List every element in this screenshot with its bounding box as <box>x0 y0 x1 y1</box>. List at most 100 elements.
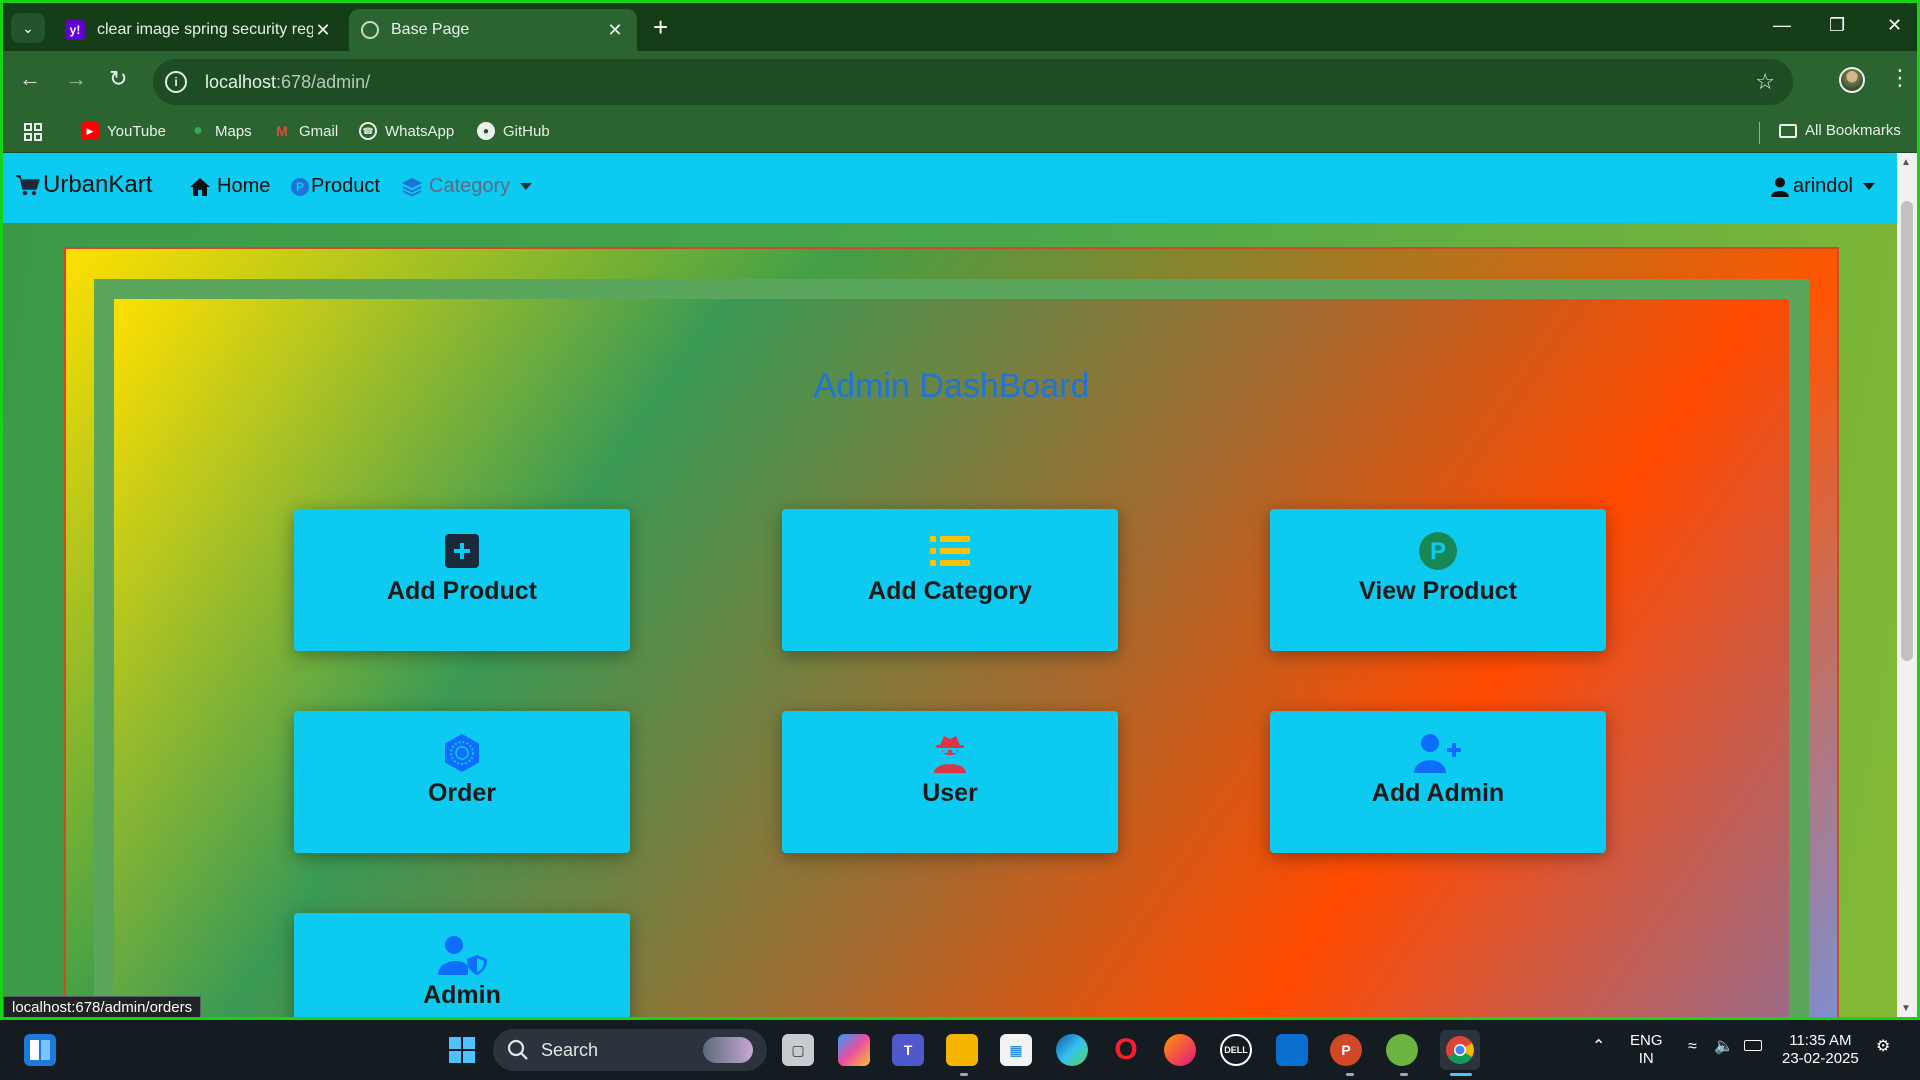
bookmark-label: GitHub <box>503 122 550 140</box>
user-secret-icon <box>930 733 970 773</box>
tab-yahoo[interactable]: y! clear image spring security regi ✕ <box>53 9 345 51</box>
spring-tools-icon[interactable] <box>1386 1034 1418 1066</box>
close-tab-icon[interactable]: ✕ <box>605 20 625 41</box>
edge-icon[interactable] <box>1056 1034 1088 1066</box>
task-view-icon[interactable]: ▢ <box>782 1034 814 1066</box>
teams-icon[interactable]: T <box>892 1034 924 1066</box>
running-indicator <box>1346 1073 1354 1076</box>
site-info-icon[interactable]: i <box>165 71 187 93</box>
powerpoint-icon[interactable]: P <box>1330 1034 1362 1066</box>
tab-search-button[interactable]: ⌄ <box>11 13 45 43</box>
chrome-icon[interactable] <box>1440 1030 1480 1070</box>
card-order[interactable]: Order <box>294 711 630 853</box>
all-bookmarks-label: All Bookmarks <box>1805 122 1901 139</box>
volume-icon[interactable]: 🔈 <box>1714 1038 1734 1056</box>
bookmark-gmail[interactable]: M Gmail <box>273 122 338 140</box>
page-scrollbar[interactable]: ▲ ▼ <box>1897 153 1917 1017</box>
url-text[interactable]: localhost:678/admin/ <box>205 72 370 93</box>
wifi-icon[interactable]: ≈ <box>1688 1038 1697 1056</box>
address-bar[interactable]: i localhost:678/admin/ ☆ <box>153 59 1793 105</box>
show-hidden-icons[interactable]: ⌃ <box>1592 1038 1605 1056</box>
close-window-button[interactable]: ✕ <box>1887 15 1902 36</box>
language-code: ENG <box>1630 1032 1663 1049</box>
taskbar-search[interactable]: Search <box>493 1029 767 1071</box>
card-admin[interactable]: Admin <box>294 913 630 1017</box>
card-label: Add Admin <box>1371 779 1505 807</box>
forward-icon[interactable]: → <box>65 67 87 91</box>
home-icon <box>190 177 210 196</box>
start-windows-icon[interactable] <box>446 1034 478 1066</box>
profile-avatar[interactable] <box>1839 67 1865 93</box>
user-menu-dropdown[interactable]: arindol <box>1770 175 1875 198</box>
youtube-icon: ▶ <box>81 122 99 140</box>
notification-bell-icon[interactable]: ⚙ <box>1876 1038 1890 1056</box>
active-indicator <box>1450 1073 1472 1076</box>
scrollbar-thumb[interactable] <box>1901 201 1913 661</box>
apps-grid-icon[interactable] <box>23 122 43 142</box>
app-window-icon[interactable] <box>1276 1034 1308 1066</box>
gmail-icon: M <box>276 123 288 139</box>
bookmark-github[interactable]: ● GitHub <box>477 122 550 140</box>
nav-product-label: Product <box>311 175 380 197</box>
card-view-product[interactable]: P View Product <box>1270 509 1606 651</box>
url-host: localhost <box>205 71 277 92</box>
card-label: Add Product <box>387 577 537 605</box>
reload-icon[interactable]: ↻ <box>109 67 127 91</box>
back-icon[interactable]: ← <box>19 67 41 91</box>
svg-text:P: P <box>1430 538 1446 565</box>
chevron-down-icon <box>520 183 533 190</box>
browser-toolbar: ← → ↻ i localhost:678/admin/ ☆ ⋮ <box>3 51 1917 113</box>
minimize-button[interactable]: — <box>1773 15 1791 36</box>
nav-product[interactable]: P Product <box>291 175 380 198</box>
bookmark-maps[interactable]: ● Maps <box>189 122 252 140</box>
yahoo-icon: y! <box>65 20 85 40</box>
bookmarks-divider <box>1759 122 1760 144</box>
restore-button[interactable]: ❐ <box>1829 15 1845 36</box>
nav-category-dropdown[interactable]: Category <box>401 175 533 198</box>
brand-link[interactable]: UrbanKart <box>15 171 152 199</box>
card-add-admin[interactable]: Add Admin <box>1270 711 1606 853</box>
all-bookmarks-folder[interactable]: All Bookmarks <box>1779 122 1901 139</box>
scroll-down-icon[interactable]: ▼ <box>1901 1003 1911 1014</box>
plus-square-icon <box>442 531 482 571</box>
card-add-product[interactable]: Add Product <box>294 509 630 651</box>
order-badge-icon <box>442 733 482 773</box>
url-path: :678/admin/ <box>276 71 371 92</box>
user-shield-icon <box>436 935 488 975</box>
card-add-category[interactable]: Add Category <box>782 509 1118 651</box>
clock-date: 23-02-2025 <box>1782 1050 1859 1067</box>
opera-icon[interactable]: O <box>1110 1033 1142 1066</box>
card-label: User <box>922 779 978 807</box>
new-tab-button[interactable]: + <box>653 14 668 40</box>
file-explorer-icon[interactable] <box>946 1034 978 1066</box>
bookmarks-bar: ▶ YouTube ● Maps M Gmail ☎ WhatsApp ● Gi… <box>3 113 1917 153</box>
github-icon: ● <box>477 122 495 140</box>
card-label: Admin <box>423 981 501 1009</box>
firefox-icon[interactable] <box>1164 1034 1196 1066</box>
clock[interactable]: 11:35 AM 23-02-2025 <box>1782 1032 1859 1068</box>
microsoft-store-icon[interactable]: ▦ <box>1000 1034 1032 1066</box>
dell-icon[interactable]: DELL <box>1220 1034 1252 1066</box>
user-plus-icon <box>1412 733 1464 773</box>
language-indicator[interactable]: ENG IN <box>1630 1032 1663 1068</box>
widgets-icon[interactable] <box>24 1034 56 1066</box>
browser-menu-icon[interactable]: ⋮ <box>1889 65 1911 91</box>
bookmark-whatsapp[interactable]: ☎ WhatsApp <box>359 122 454 140</box>
copilot-icon[interactable] <box>838 1034 870 1066</box>
scroll-up-icon[interactable]: ▲ <box>1901 157 1911 168</box>
dashboard-panel: Admin DashBoard Add Product Add Category <box>114 299 1789 1017</box>
nav-home-label: Home <box>217 175 271 197</box>
product-p-icon: P <box>1418 531 1458 571</box>
cart-icon <box>16 175 41 196</box>
close-tab-icon[interactable]: ✕ <box>313 20 333 41</box>
bookmark-label: Maps <box>215 122 252 140</box>
card-label: Add Category <box>868 577 1032 605</box>
dashboard-outer-frame: Admin DashBoard Add Product Add Category <box>64 247 1839 1017</box>
bookmark-star-icon[interactable]: ☆ <box>1755 69 1775 95</box>
bookmark-youtube[interactable]: ▶ YouTube <box>81 122 166 140</box>
nav-home[interactable]: Home <box>189 175 270 198</box>
tab-base-page[interactable]: Base Page ✕ <box>349 9 637 51</box>
running-indicator <box>1400 1073 1408 1076</box>
card-user[interactable]: User <box>782 711 1118 853</box>
battery-icon[interactable] <box>1744 1040 1762 1051</box>
